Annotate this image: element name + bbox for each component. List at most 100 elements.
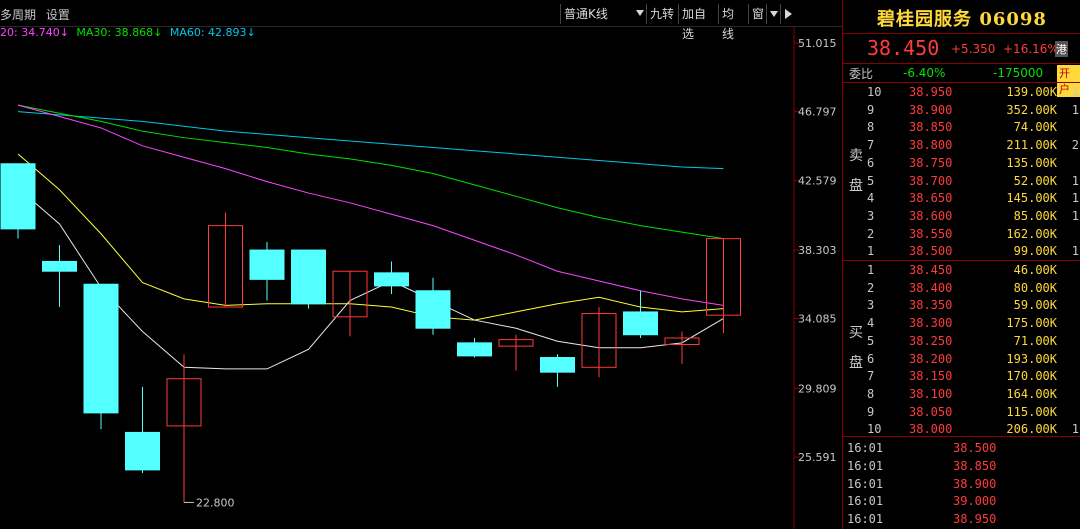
bid-lvl: 9 bbox=[867, 404, 875, 419]
ask-extra: 1 bbox=[1071, 208, 1079, 223]
ask-vol: 85.00K bbox=[1013, 208, 1057, 223]
bid-row[interactable]: 4 38.300 175.00K bbox=[843, 314, 1080, 332]
ask-row[interactable]: 7 38.800 211.00K 2 bbox=[843, 136, 1080, 154]
ask-price: 38.500 bbox=[909, 244, 953, 259]
ma30-label: MA30: 38.868↓ bbox=[76, 26, 163, 39]
tick-row: 16:01 38.500 bbox=[843, 439, 1080, 457]
dropdown-arrow-icon bbox=[636, 10, 644, 16]
tick-row: 16:01 38.950 bbox=[843, 510, 1080, 528]
ma-button[interactable]: 均线 bbox=[718, 4, 748, 41]
bid-row[interactable]: 8 38.100 164.00K bbox=[843, 385, 1080, 403]
bid-price: 38.100 bbox=[909, 386, 953, 401]
bid-row[interactable]: 6 38.200 193.00K bbox=[843, 350, 1080, 368]
ask-lvl: 2 bbox=[867, 226, 875, 241]
bid-vol: 170.00K bbox=[1006, 369, 1057, 384]
ask-row[interactable]: 10 38.950 139.00K 1 bbox=[843, 83, 1080, 101]
bid-row[interactable]: 5 38.250 71.00K bbox=[843, 332, 1080, 350]
bid-price: 38.000 bbox=[909, 422, 953, 437]
divider bbox=[843, 33, 1080, 34]
bid-lvl: 10 bbox=[867, 422, 882, 437]
ask-vol: 74.00K bbox=[1013, 120, 1057, 135]
bid-lvl: 8 bbox=[867, 386, 875, 401]
order-ratio-value: -6.40% bbox=[903, 66, 946, 80]
bid-row[interactable]: 2 38.400 80.00K bbox=[843, 279, 1080, 297]
tick-time: 16:01 bbox=[847, 512, 884, 527]
tick-time: 16:01 bbox=[847, 441, 884, 455]
ask-vol: 145.00K bbox=[1006, 191, 1057, 206]
toolbar-left: 多周期 设置 bbox=[0, 6, 76, 23]
bid-row[interactable]: 3 38.350 59.00K bbox=[843, 296, 1080, 314]
ask-lvl: 6 bbox=[867, 155, 875, 170]
bid-price: 38.350 bbox=[909, 298, 953, 313]
ask-price: 38.650 bbox=[909, 191, 953, 206]
ask-price: 38.750 bbox=[909, 155, 953, 170]
window-dropdown-icon[interactable] bbox=[766, 4, 780, 24]
candle-body bbox=[83, 283, 119, 414]
ask-lvl: 4 bbox=[867, 191, 875, 206]
ask-price: 38.850 bbox=[909, 120, 953, 135]
y-tick-label: 29.809 bbox=[798, 382, 837, 395]
bid-lvl: 4 bbox=[867, 316, 875, 331]
bid-vol: 71.00K bbox=[1013, 333, 1057, 348]
y-tick-label: 46.797 bbox=[798, 106, 837, 119]
settings-button[interactable]: 设置 bbox=[46, 8, 70, 22]
ask-row[interactable]: 1 38.500 99.00K 1 bbox=[843, 242, 1080, 260]
tick-time: 16:01 bbox=[847, 476, 884, 491]
add-watchlist-button[interactable]: 加自选 bbox=[678, 4, 718, 41]
candle-body bbox=[457, 342, 492, 357]
ask-row[interactable]: 6 38.750 135.00K bbox=[843, 154, 1080, 172]
ask-extra: 2 bbox=[1071, 138, 1079, 153]
bid-row[interactable]: 1 38.450 46.00K bbox=[843, 261, 1080, 279]
order-diff-value: -175000 bbox=[993, 66, 1044, 80]
multi-period-button[interactable]: 多周期 bbox=[0, 8, 36, 22]
ask-lvl: 9 bbox=[867, 102, 875, 117]
tick-price: 38.850 bbox=[953, 458, 997, 473]
candle-body bbox=[0, 163, 36, 230]
ask-row[interactable]: 9 38.900 352.00K 1 bbox=[843, 101, 1080, 119]
bid-lvl: 5 bbox=[867, 333, 875, 348]
bid-row[interactable]: 9 38.050 115.00K bbox=[843, 403, 1080, 421]
y-tick-label: 25.591 bbox=[798, 451, 837, 464]
ask-row[interactable]: 8 38.850 74.00K bbox=[843, 118, 1080, 136]
ma30-line bbox=[17, 104, 724, 240]
ask-extra: 1 bbox=[1071, 102, 1079, 117]
order-ratio-label: 委比 bbox=[849, 67, 874, 81]
y-tick-label: 34.085 bbox=[798, 313, 837, 326]
kline-chart[interactable]: 51.015 46.797 42.579 38.303 34.085 29.809 25.5… bbox=[0, 0, 842, 529]
ma60-label: MA60: 42.893↓ bbox=[169, 26, 256, 39]
y-tick-label: 38.303 bbox=[798, 244, 837, 257]
ma10-line bbox=[17, 153, 724, 321]
candle-body bbox=[291, 249, 326, 305]
divider bbox=[843, 436, 1080, 437]
price-row: 38.450 +5.350 +16.16% 港 bbox=[843, 36, 1080, 62]
ask-lvl: 3 bbox=[867, 208, 875, 223]
tick-price: 38.950 bbox=[953, 512, 997, 527]
candle-body bbox=[374, 272, 409, 287]
nine-turn-button[interactable]: 九转 bbox=[646, 4, 678, 24]
hk-market-badge: 港 bbox=[1055, 41, 1068, 57]
window-button[interactable]: 窗 bbox=[748, 4, 766, 24]
bid-row[interactable]: 7 38.150 170.00K bbox=[843, 367, 1080, 385]
ask-row[interactable]: 5 38.700 52.00K 1 bbox=[843, 172, 1080, 190]
ma-legend: 20: 34.740↓ MA30: 38.868↓ MA60: 42.893↓ bbox=[0, 26, 256, 39]
ask-price: 38.700 bbox=[909, 173, 953, 188]
bid-vol: 80.00K bbox=[1013, 280, 1057, 295]
ask-price: 38.900 bbox=[909, 102, 953, 117]
ask-row[interactable]: 3 38.600 85.00K 1 bbox=[843, 207, 1080, 225]
bid-vol: 46.00K bbox=[1013, 263, 1057, 277]
percent-change: +16.16% bbox=[1003, 42, 1059, 56]
quote-panel: 碧桂园服务 06098 38.450 +5.350 +16.16% 港 委比 -… bbox=[842, 0, 1080, 529]
ask-vol: 139.00K bbox=[1006, 85, 1057, 99]
ask-price: 38.800 bbox=[909, 138, 953, 153]
tick-row: 16:01 38.900 bbox=[843, 475, 1080, 493]
bid-price: 38.300 bbox=[909, 316, 953, 331]
ask-extra: 1 bbox=[1071, 173, 1079, 188]
window-next-icon[interactable] bbox=[780, 4, 796, 24]
bid-vol: 206.00K bbox=[1006, 422, 1057, 437]
bid-price: 38.050 bbox=[909, 404, 953, 419]
ma20-label: 20: 34.740↓ bbox=[0, 26, 69, 39]
kline-type-select[interactable]: 普通K线 bbox=[560, 4, 646, 24]
ask-row[interactable]: 4 38.650 145.00K 1 bbox=[843, 189, 1080, 207]
tick-time: 16:01 bbox=[847, 494, 884, 509]
ask-row[interactable]: 2 38.550 162.00K bbox=[843, 225, 1080, 243]
